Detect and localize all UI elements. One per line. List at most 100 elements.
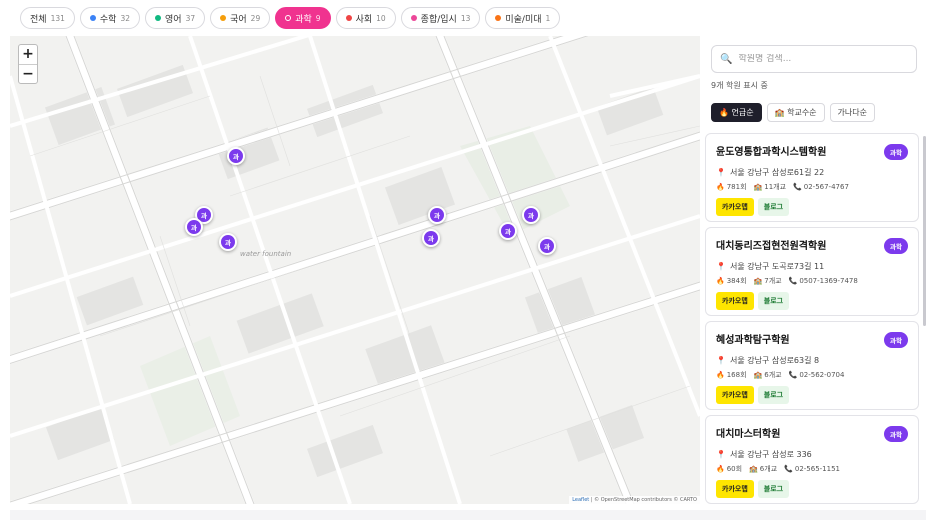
map-tiles — [10, 36, 700, 504]
search-icon: 🔍 — [720, 53, 733, 65]
filter-label: 미술/미대 — [505, 14, 542, 25]
filter-chip-art[interactable]: 미술/미대 1 — [485, 7, 561, 29]
phone-icon: 📞 — [793, 183, 802, 191]
sidebar-scrollbar[interactable] — [923, 136, 926, 326]
map-marker[interactable]: 과 — [227, 147, 245, 165]
phone-icon: 📞 — [788, 371, 798, 379]
academy-card[interactable]: 대치동리즈접현전원격학원 과학 📍 서울 강남구 도곡로73길 11 🔥 384회 … — [705, 227, 919, 316]
category-dot-icon — [89, 15, 96, 21]
map-marker[interactable]: 과 — [422, 229, 440, 247]
academy-address: 서울 강남구 삼성로63길 8 — [729, 356, 820, 365]
filter-label: 전체 — [30, 14, 47, 25]
attribution-text: | © OpenStreetMap contributors © CARTO — [589, 497, 697, 503]
map-poi-label: water fountain — [240, 250, 292, 258]
school-count: 6개교 — [764, 371, 782, 379]
kakao-map-button[interactable]: 카카오맵 — [716, 480, 754, 498]
filter-count: 9 — [315, 13, 321, 23]
phone-icon: 📞 — [788, 277, 798, 285]
fire-icon: 🔥 — [716, 183, 725, 191]
map-attribution: Leaflet | © OpenStreetMap contributors ©… — [569, 496, 700, 504]
category-dot-icon — [220, 15, 227, 21]
search-input[interactable] — [738, 54, 909, 64]
filter-count: 37 — [185, 13, 196, 23]
blog-button[interactable]: 블로그 — [757, 198, 790, 216]
school-icon: 🏫 — [753, 183, 763, 191]
leaflet-link[interactable]: Leaflet — [572, 497, 589, 503]
category-filter-bar: 전체 131 수학 32 영어 37 국어 29 과학 9 사회 10 종합/입시 13 미술… — [0, 0, 936, 36]
filter-label: 영어 — [165, 14, 182, 25]
school-icon: 🏫 — [749, 465, 758, 473]
mention-count: 60회 — [726, 465, 743, 473]
academy-list: 윤도영통합과학시스템학원 과학 📍 서울 강남구 삼성로61길 22 🔥 781회 … — [705, 133, 919, 504]
phone-number: 02-567-4767 — [803, 183, 849, 191]
map-marker[interactable]: 과 — [428, 206, 446, 224]
category-dot-icon — [495, 15, 502, 21]
category-badge: 과학 — [884, 426, 908, 442]
mention-count: 384회 — [726, 277, 747, 285]
result-count: 9개 학원 표시 중 — [711, 81, 768, 90]
school-count: 11개교 — [764, 183, 787, 191]
filter-chip-social[interactable]: 사회 10 — [335, 7, 396, 29]
map-marker[interactable]: 과 — [538, 237, 556, 255]
sort-by-schools-button[interactable]: 🏫 학교수순 — [766, 103, 825, 122]
location-pin-icon: 📍 — [716, 168, 726, 177]
category-badge: 과학 — [884, 144, 908, 160]
filter-count: 131 — [50, 13, 65, 23]
filter-label: 사회 — [355, 14, 373, 25]
map-marker[interactable]: 과 — [219, 233, 237, 251]
sort-alphabetical-button[interactable]: 가나다순 — [829, 103, 875, 122]
academy-name: 혜성과학탐구학원 — [716, 335, 790, 346]
filter-chip-english[interactable]: 영어 37 — [145, 7, 206, 29]
filter-chip-korean[interactable]: 국어 29 — [210, 7, 271, 29]
search-box: 🔍 — [711, 45, 917, 73]
bottom-scroll-area — [10, 510, 926, 520]
school-count: 7개교 — [764, 277, 782, 285]
category-dot-icon — [345, 15, 352, 21]
sort-by-mentions-button[interactable]: 🔥 언급순 — [711, 103, 762, 122]
filter-chip-math[interactable]: 수학 32 — [79, 7, 140, 29]
location-pin-icon: 📍 — [716, 450, 726, 459]
kakao-map-button[interactable]: 카카오맵 — [716, 198, 754, 216]
map-marker[interactable]: 과 — [522, 206, 540, 224]
academy-card[interactable]: 대치마스터학원 과학 📍 서울 강남구 삼성로 336 🔥 60회 🏫 6개교 📞 02… — [705, 415, 919, 504]
map-marker[interactable]: 과 — [499, 222, 517, 240]
filter-count: 10 — [376, 13, 386, 23]
location-pin-icon: 📍 — [716, 356, 726, 365]
category-badge: 과학 — [884, 238, 908, 254]
academy-address: 서울 강남구 도곡로73길 11 — [729, 262, 825, 271]
phone-icon: 📞 — [784, 465, 793, 473]
filter-label: 수학 — [99, 14, 117, 25]
blog-button[interactable]: 블로그 — [757, 292, 790, 310]
mention-count: 168회 — [726, 371, 747, 379]
kakao-map-button[interactable]: 카카오맵 — [716, 292, 754, 310]
zoom-out-button[interactable]: − — [19, 64, 37, 83]
school-icon: 🏫 — [753, 371, 763, 379]
filter-chip-all[interactable]: 전체 131 — [20, 7, 75, 29]
filter-label: 과학 — [295, 14, 312, 25]
fire-icon: 🔥 — [716, 371, 725, 379]
location-pin-icon: 📍 — [716, 262, 726, 271]
blog-button[interactable]: 블로그 — [757, 386, 790, 404]
academy-card[interactable]: 윤도영통합과학시스템학원 과학 📍 서울 강남구 삼성로61길 22 🔥 781회 … — [705, 133, 919, 222]
phone-number: 0507-1369-7478 — [799, 277, 858, 285]
filter-count: 13 — [460, 13, 471, 23]
zoom-control: + − — [18, 44, 38, 84]
academy-name: 대치마스터학원 — [716, 429, 781, 440]
academy-name: 윤도영통합과학시스템학원 — [716, 147, 827, 158]
filter-chip-general[interactable]: 종합/입시 13 — [400, 7, 481, 29]
blog-button[interactable]: 블로그 — [757, 480, 790, 498]
fire-icon: 🔥 — [716, 465, 725, 473]
academy-sidebar: 🔍 9개 학원 표시 중 🔥 언급순 🏫 학교수순 가나다순 윤도영통합과학시스… — [702, 36, 926, 504]
category-dot-icon — [285, 15, 292, 21]
academy-card[interactable]: 혜성과학탐구학원 과학 📍 서울 강남구 삼성로63길 8 🔥 168회 🏫 6개교 … — [705, 321, 919, 410]
kakao-map-button[interactable]: 카카오맵 — [716, 386, 754, 404]
filter-label: 국어 — [230, 14, 247, 25]
map-marker[interactable]: 과 — [185, 218, 203, 236]
zoom-in-button[interactable]: + — [19, 45, 37, 64]
filter-chip-science[interactable]: 과학 9 — [275, 7, 331, 29]
school-count: 6개교 — [759, 465, 778, 473]
map-view[interactable]: + − 과 과 과 과 과 과 과 과 과 water fountain Lea… — [10, 36, 700, 504]
filter-count: 1 — [545, 13, 551, 23]
mention-count: 781회 — [726, 183, 747, 191]
filter-count: 32 — [120, 13, 130, 23]
